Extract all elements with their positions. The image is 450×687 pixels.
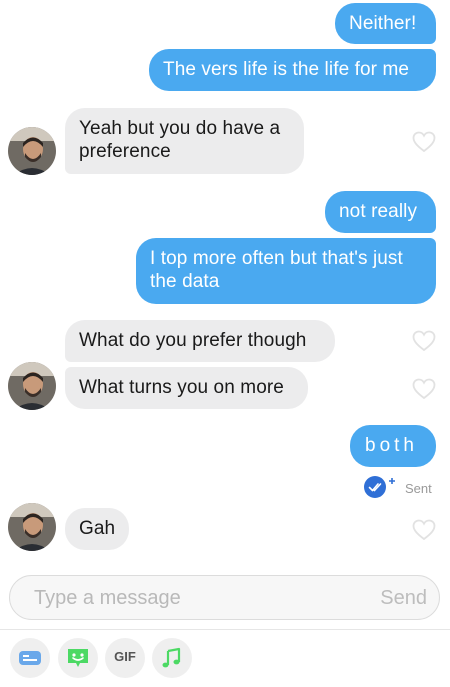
message-incoming[interactable]: What turns you on more xyxy=(65,367,308,409)
sticker-button[interactable] xyxy=(58,638,98,678)
gif-button[interactable]: GIF xyxy=(105,638,145,678)
contact-avatar[interactable] xyxy=(8,127,56,175)
heart-icon[interactable] xyxy=(412,131,436,153)
message-text: not really xyxy=(339,201,418,222)
message-text-line: the data xyxy=(150,271,220,292)
message-outgoing[interactable]: The vers life is the life for me xyxy=(149,49,436,91)
contact-card-icon xyxy=(19,651,41,665)
message-incoming[interactable]: Gah xyxy=(65,508,129,550)
message-text: both xyxy=(365,435,418,456)
heart-icon[interactable] xyxy=(412,330,436,352)
message-outgoing[interactable]: I top more often but that's just the dat… xyxy=(136,238,436,304)
message-text: Neither! xyxy=(349,13,417,34)
message-input-placeholder: Type a message xyxy=(34,587,181,609)
message-text: What do you prefer though xyxy=(79,330,307,351)
message-input[interactable]: Type a message Send xyxy=(9,575,440,620)
message-text: The vers life is the life for me xyxy=(163,59,410,80)
heart-icon[interactable] xyxy=(412,378,436,400)
read-receipt-icon xyxy=(364,476,395,498)
contact-card-button[interactable] xyxy=(10,638,50,678)
music-note-icon xyxy=(162,647,181,668)
toolbar-divider xyxy=(0,629,450,630)
message-text-line: preference xyxy=(79,141,171,162)
send-button[interactable]: Send xyxy=(380,587,427,610)
message-text-line: Yeah but you do have a xyxy=(79,118,281,139)
message-text-line: I top more often but that's just xyxy=(150,248,403,269)
sent-status: Sent xyxy=(405,481,432,496)
heart-icon[interactable] xyxy=(412,519,436,541)
message-incoming[interactable]: What do you prefer though xyxy=(65,320,335,362)
message-text: What turns you on more xyxy=(79,377,284,398)
message-incoming[interactable]: Yeah but you do have a preference xyxy=(65,108,304,174)
message-outgoing[interactable]: both xyxy=(350,425,436,467)
contact-avatar[interactable] xyxy=(8,503,56,551)
music-button[interactable] xyxy=(152,638,192,678)
message-outgoing[interactable]: not really xyxy=(325,191,436,233)
contact-avatar[interactable] xyxy=(8,362,56,410)
sticker-icon xyxy=(68,649,88,667)
gif-icon: GIF xyxy=(114,649,136,664)
message-outgoing[interactable]: Neither! xyxy=(335,3,436,44)
message-text: Gah xyxy=(79,518,116,539)
